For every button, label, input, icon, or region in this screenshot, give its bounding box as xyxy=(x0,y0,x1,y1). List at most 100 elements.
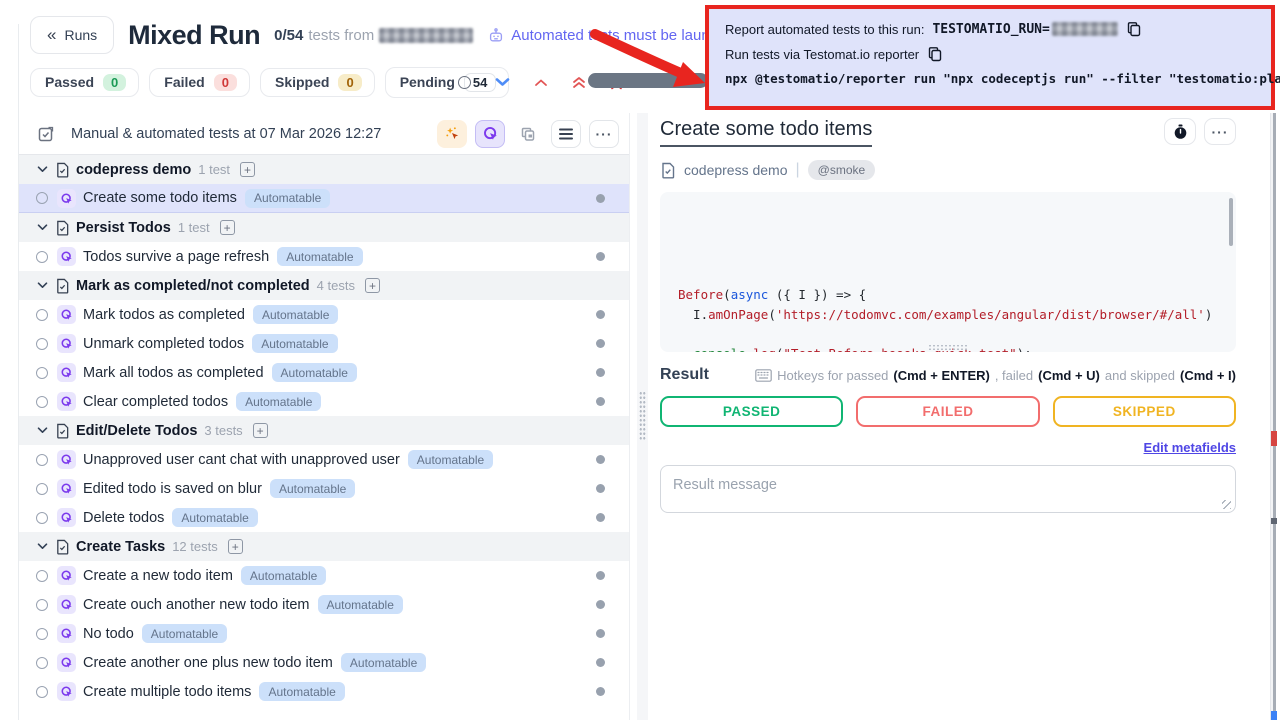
list-more-button[interactable]: ··· xyxy=(589,120,619,148)
add-test-icon[interactable]: + xyxy=(228,539,243,554)
copy-command-button[interactable] xyxy=(927,46,943,62)
tag-badge[interactable]: @smoke xyxy=(808,160,876,180)
test-row[interactable]: Create some todo itemsAutomatable xyxy=(19,184,629,213)
suite-row[interactable]: codepress demo1 test+ xyxy=(19,155,629,184)
status-dot xyxy=(596,310,605,319)
test-radio[interactable] xyxy=(36,338,48,350)
collapse-toggle[interactable] xyxy=(31,282,53,289)
test-row[interactable]: Todos survive a page refreshAutomatable xyxy=(19,242,629,271)
code-scrollbar-thumb[interactable] xyxy=(1229,198,1233,246)
collapse-toggle[interactable] xyxy=(31,224,53,231)
suite-file-icon xyxy=(55,423,70,439)
list-view-button[interactable] xyxy=(551,120,581,148)
result-message-input[interactable] xyxy=(660,465,1236,513)
automatable-badge: Automatable xyxy=(236,392,321,411)
automated-test-icon xyxy=(60,482,73,495)
test-radio[interactable] xyxy=(36,309,48,321)
test-row[interactable]: Mark todos as completedAutomatable xyxy=(19,300,629,329)
test-radio[interactable] xyxy=(36,483,48,495)
test-radio[interactable] xyxy=(36,454,48,466)
test-radio[interactable] xyxy=(36,657,48,669)
add-test-icon[interactable]: + xyxy=(240,162,255,177)
collapse-toggle[interactable] xyxy=(31,427,53,434)
copy-tests-button[interactable] xyxy=(513,120,543,148)
page-scrollbar[interactable] xyxy=(1270,113,1276,720)
chip-label: Failed xyxy=(164,74,204,90)
hotkeys-hint: Hotkeys for passed (Cmd + ENTER) , faile… xyxy=(755,368,1236,383)
code-line: Before(async ({ I }) => { xyxy=(678,285,1218,305)
back-to-runs-button[interactable]: « Runs xyxy=(30,16,114,54)
automated-filter-button[interactable] xyxy=(475,120,505,148)
test-row[interactable]: Create multiple todo itemsAutomatable xyxy=(19,677,629,706)
test-row[interactable]: No todoAutomatable xyxy=(19,619,629,648)
double-chevron-up-icon[interactable] xyxy=(572,76,586,89)
automatable-badge: Automatable xyxy=(172,508,257,527)
panel-splitter[interactable] xyxy=(637,113,648,720)
test-radio[interactable] xyxy=(36,192,48,204)
code-resize-grip[interactable] xyxy=(928,344,968,351)
automated-test-icon xyxy=(60,511,73,524)
suite-row[interactable]: Edit/Delete Todos3 tests+ xyxy=(19,416,629,445)
chevron-down-icon xyxy=(37,166,48,173)
chevron-up-icon[interactable] xyxy=(534,78,548,87)
test-radio[interactable] xyxy=(36,686,48,698)
automated-test-icon xyxy=(60,685,73,698)
test-row[interactable]: Create ouch another new todo itemAutomat… xyxy=(19,590,629,619)
test-title: Create a new todo item xyxy=(83,568,233,584)
suite-row[interactable]: Create Tasks12 tests+ xyxy=(19,532,629,561)
copy-run-id-button[interactable] xyxy=(1126,21,1142,37)
test-radio[interactable] xyxy=(36,367,48,379)
test-radio[interactable] xyxy=(36,396,48,408)
test-row[interactable]: Delete todosAutomatable xyxy=(19,503,629,532)
status-dot xyxy=(596,455,605,464)
suite-file-icon xyxy=(55,220,70,236)
test-row[interactable]: Create another one plus new todo itemAut… xyxy=(19,648,629,677)
chevron-down-icon[interactable] xyxy=(495,77,510,87)
test-row[interactable]: Unmark completed todosAutomatable xyxy=(19,329,629,358)
edit-metafields-link[interactable]: Edit metafields xyxy=(1144,440,1236,455)
test-row[interactable]: Create a new todo itemAutomatable xyxy=(19,561,629,590)
filter-chip-failed[interactable]: Failed0 xyxy=(149,68,250,97)
collapse-toggle[interactable] xyxy=(31,166,53,173)
timer-button[interactable] xyxy=(1164,118,1196,145)
verdict-passed-button[interactable]: PASSED xyxy=(660,396,843,427)
chevrons-left-icon: « xyxy=(47,25,56,45)
test-code-block[interactable]: Before(async ({ I }) => { I.amOnPage('ht… xyxy=(660,192,1236,352)
collapse-toggle[interactable] xyxy=(31,543,53,550)
add-test-icon[interactable]: + xyxy=(365,278,380,293)
add-test-icon[interactable]: + xyxy=(253,423,268,438)
automatable-badge: Automatable xyxy=(341,653,426,672)
run-progress-bar xyxy=(588,73,708,88)
test-row[interactable]: Edited todo is saved on blurAutomatable xyxy=(19,474,629,503)
chevron-down-icon xyxy=(37,282,48,289)
test-radio[interactable] xyxy=(36,251,48,263)
suite-row[interactable]: Mark as completed/not completed4 tests+ xyxy=(19,271,629,300)
test-row[interactable]: Unapproved user cant chat with unapprove… xyxy=(19,445,629,474)
add-test-icon[interactable]: + xyxy=(220,220,235,235)
filter-chip-skipped[interactable]: Skipped0 xyxy=(260,68,375,97)
status-dot xyxy=(596,484,605,493)
detail-more-button[interactable]: ··· xyxy=(1204,118,1236,145)
status-dot xyxy=(596,513,605,522)
test-radio[interactable] xyxy=(36,628,48,640)
status-circle-icon[interactable] xyxy=(458,76,471,89)
automation-warning-link[interactable]: Automated tests must be launched xyxy=(487,26,742,44)
test-row[interactable]: Clear completed todosAutomatable xyxy=(19,387,629,416)
test-radio[interactable] xyxy=(36,570,48,582)
status-dot xyxy=(596,629,605,638)
ai-magic-button[interactable] xyxy=(437,120,467,148)
suite-row[interactable]: Persist Todos1 test+ xyxy=(19,213,629,242)
select-tests-icon[interactable] xyxy=(37,125,55,143)
test-row[interactable]: Mark all todos as completedAutomatable xyxy=(19,358,629,387)
textarea-resize-grip[interactable] xyxy=(1222,500,1231,509)
verdict-failed-button[interactable]: FAILED xyxy=(856,396,1039,427)
suite-name-link[interactable]: codepress demo xyxy=(684,162,788,178)
back-to-runs-label: Runs xyxy=(64,27,97,43)
verdict-skipped-button[interactable]: SKIPPED xyxy=(1053,396,1236,427)
test-radio[interactable] xyxy=(36,512,48,524)
hotkey-text: (Cmd + I) xyxy=(1180,368,1236,383)
test-title: Create ouch another new todo item xyxy=(83,597,310,613)
filter-chip-passed[interactable]: Passed0 xyxy=(30,68,139,97)
test-radio[interactable] xyxy=(36,599,48,611)
redacted-source-name xyxy=(379,28,473,43)
